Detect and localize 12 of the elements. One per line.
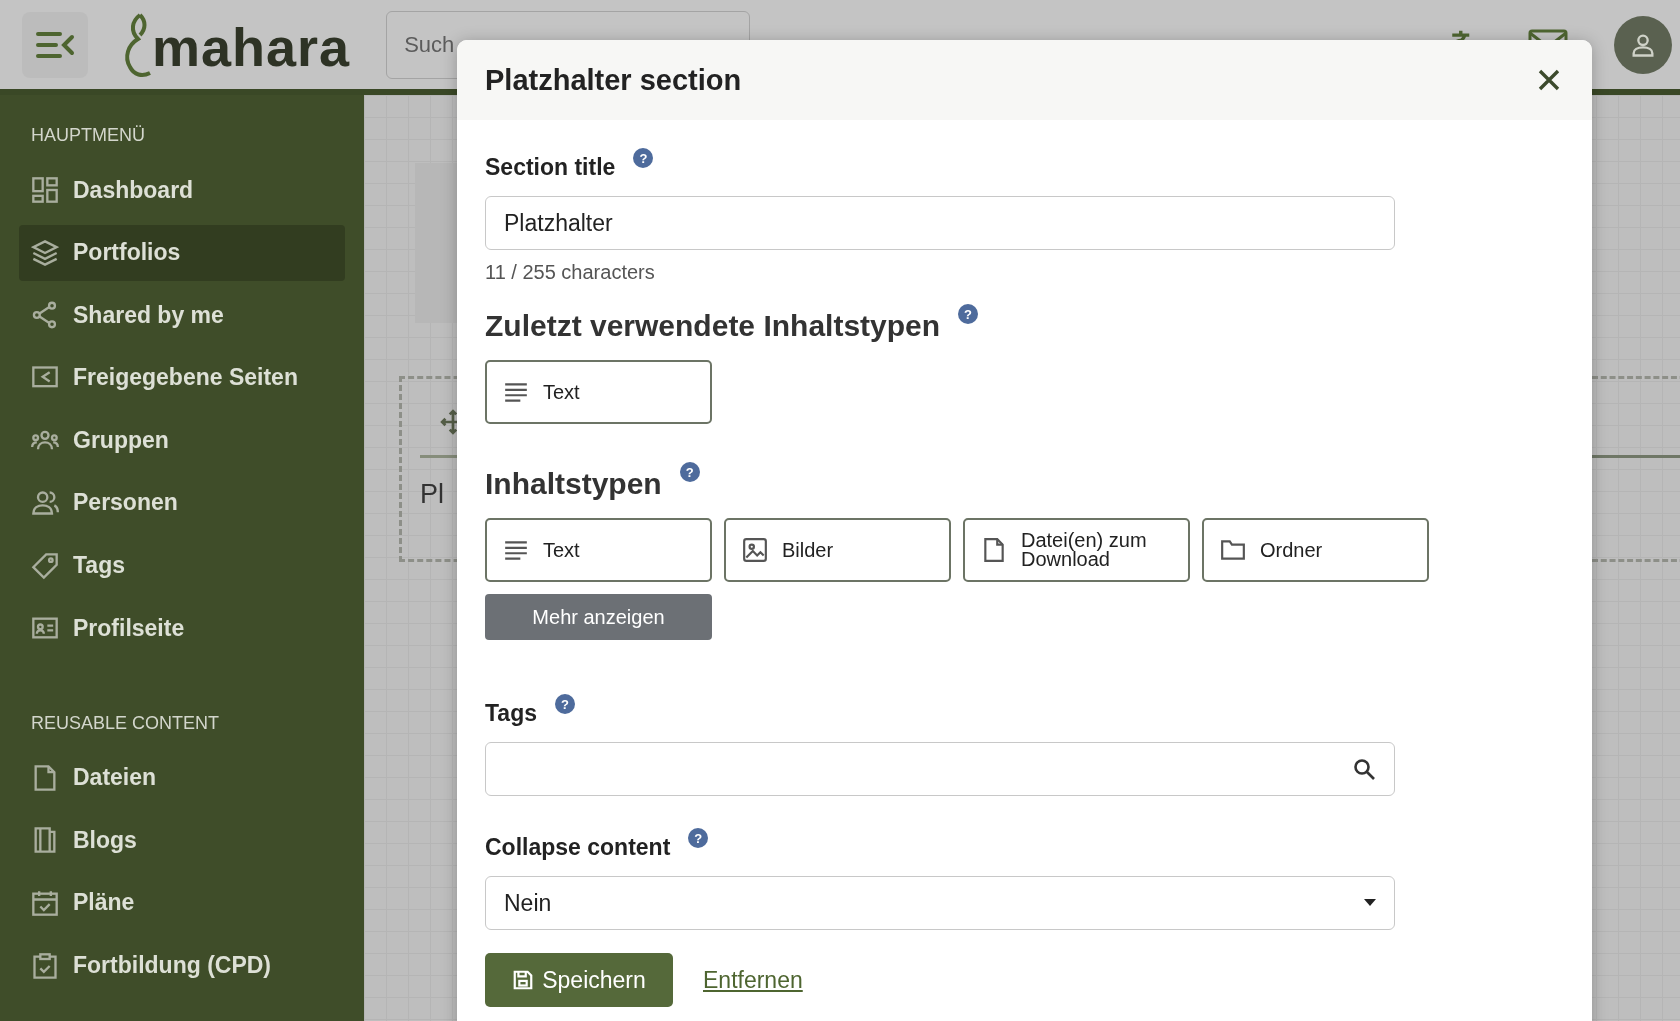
logo-wordmark: mahara [152, 15, 351, 78]
search-placeholder: Such [404, 31, 455, 58]
field-label: Tags [485, 699, 537, 728]
field-label: Collapse content [485, 833, 671, 862]
sidebar-heading: REUSABLE CONTENT [30, 711, 221, 735]
section-heading: Inhaltstypen [485, 466, 662, 502]
modal-title: Platzhalter section [485, 63, 742, 97]
sidebar-heading: HAUPTMENÜ [30, 124, 146, 147]
section-heading: Zuletzt verwendete Inhaltstypen [485, 308, 941, 344]
block-title: Pl [420, 479, 444, 510]
character-counter: 11 / 255 characters [485, 261, 656, 284]
field-label: Section title [485, 153, 616, 182]
